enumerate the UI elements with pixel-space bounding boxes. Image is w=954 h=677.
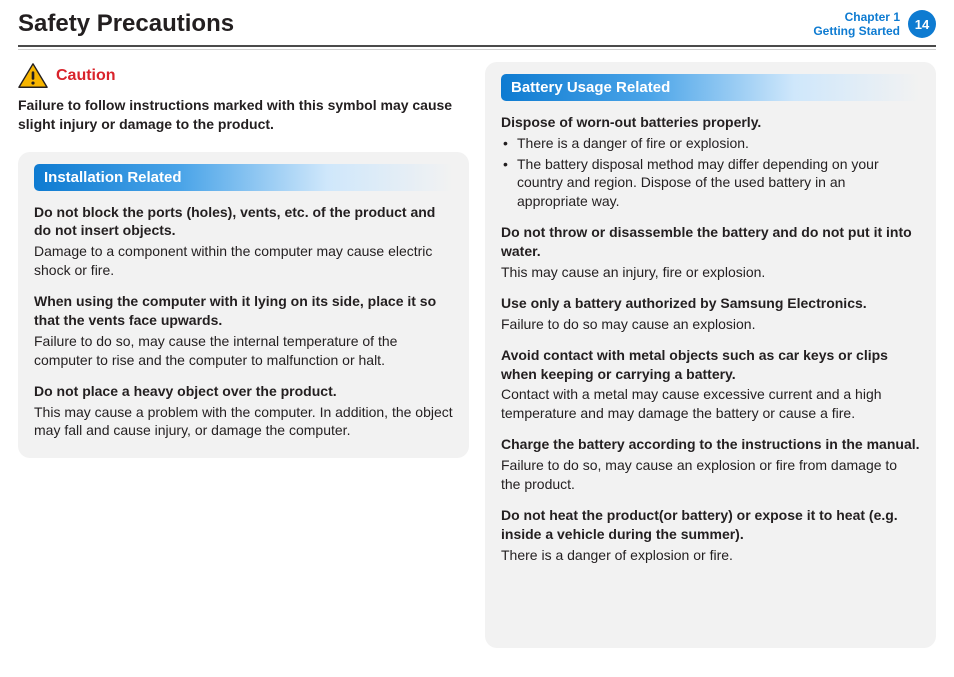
chapter-info: Chapter 1 Getting Started 14 [813, 10, 936, 39]
right-column: Battery Usage Related Dispose of worn-ou… [485, 62, 936, 648]
battery-item-body: Failure to do so, may cause an explosion… [501, 456, 920, 494]
install-item-heading: Do not block the ports (holes), vents, e… [34, 203, 453, 241]
divider-thick [18, 45, 936, 47]
battery-item-body: This may cause an injury, fire or explos… [501, 263, 920, 282]
battery-panel: Battery Usage Related Dispose of worn-ou… [485, 62, 936, 648]
battery-item-heading: Avoid contact with metal objects such as… [501, 346, 920, 384]
battery-item-heading: Use only a battery authorized by Samsung… [501, 294, 920, 313]
caution-description: Failure to follow instructions marked wi… [18, 96, 469, 134]
warning-icon [18, 62, 48, 90]
divider-thin [18, 49, 936, 50]
content-columns: Caution Failure to follow instructions m… [0, 62, 954, 648]
install-item-body: Failure to do so, may cause the internal… [34, 332, 453, 370]
installation-section-title: Installation Related [34, 164, 453, 191]
battery-section-title: Battery Usage Related [501, 74, 920, 101]
list-item: There is a danger of fire or explosion. [501, 134, 920, 153]
caution-label: Caution [56, 67, 116, 85]
battery-item-body: There is a danger of explosion or fire. [501, 546, 920, 565]
page-title: Safety Precautions [18, 10, 234, 38]
battery-item-heading: Dispose of worn-out batteries properly. [501, 113, 920, 132]
chapter-line2: Getting Started [813, 24, 900, 38]
install-item-body: Damage to a component within the compute… [34, 242, 453, 280]
caution-header: Caution [18, 62, 469, 90]
chapter-label: Chapter 1 Getting Started [813, 10, 900, 39]
battery-item-heading: Do not throw or disassemble the battery … [501, 223, 920, 261]
chapter-line1: Chapter 1 [813, 10, 900, 24]
battery-bullet-list: There is a danger of fire or explosion. … [501, 134, 920, 212]
list-item: The battery disposal method may differ d… [501, 155, 920, 212]
install-item-heading: Do not place a heavy object over the pro… [34, 382, 453, 401]
battery-item-body: Contact with a metal may cause excessive… [501, 385, 920, 423]
page-number-badge: 14 [908, 10, 936, 38]
battery-item-heading: Charge the battery according to the inst… [501, 435, 920, 454]
install-item-body: This may cause a problem with the comput… [34, 403, 453, 441]
install-item-heading: When using the computer with it lying on… [34, 292, 453, 330]
installation-panel: Installation Related Do not block the po… [18, 152, 469, 459]
page-header: Safety Precautions Chapter 1 Getting Sta… [0, 0, 954, 45]
battery-item-heading: Do not heat the product(or battery) or e… [501, 506, 920, 544]
left-column: Caution Failure to follow instructions m… [18, 62, 469, 648]
battery-item-body: Failure to do so may cause an explosion. [501, 315, 920, 334]
